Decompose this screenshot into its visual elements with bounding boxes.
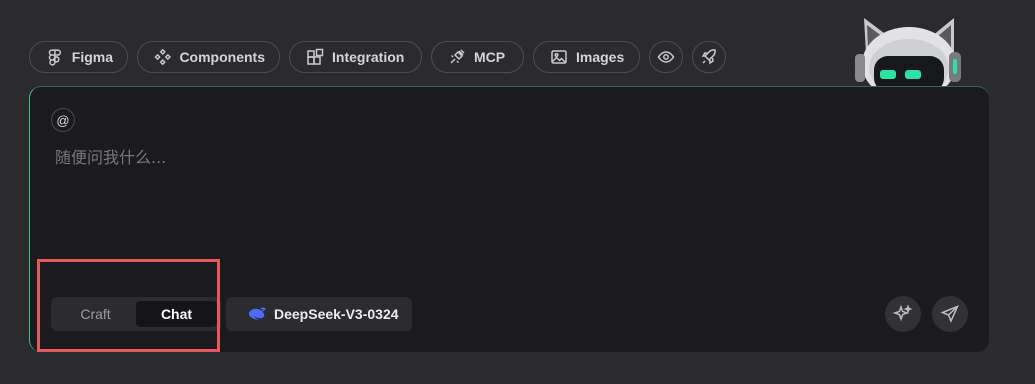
model-selector[interactable]: DeepSeek-V3-0324 [226, 297, 412, 331]
integration-chip-label: Integration [332, 49, 405, 65]
mcp-chip[interactable]: MCP [431, 41, 524, 73]
mention-button[interactable]: @ [51, 108, 75, 132]
components-chip[interactable]: Components [137, 41, 280, 73]
plug-icon [450, 49, 465, 64]
images-chip[interactable]: Images [533, 41, 640, 73]
enhance-prompt-button[interactable] [885, 296, 921, 332]
images-chip-label: Images [576, 49, 625, 65]
integration-chip[interactable]: Integration [289, 41, 422, 73]
send-icon [940, 305, 959, 323]
mode-toggle-highlight [37, 259, 220, 352]
deploy-chip[interactable] [692, 41, 726, 73]
components-chip-label: Components [179, 49, 265, 65]
prompt-input[interactable] [53, 147, 937, 168]
figma-chip[interactable]: Figma [29, 41, 128, 73]
robot-mascot [852, 14, 968, 88]
sparkle-icon [893, 304, 913, 322]
components-icon [154, 48, 172, 66]
figma-icon [48, 49, 62, 66]
context-chip-bar: Figma Components Integration MCP Images [29, 41, 726, 73]
rocket-icon [701, 49, 716, 65]
send-button[interactable] [932, 296, 968, 332]
mcp-chip-label: MCP [474, 49, 506, 65]
image-icon [551, 50, 567, 64]
figma-chip-label: Figma [71, 49, 113, 65]
integration-icon [307, 48, 324, 65]
deepseek-whale-icon [249, 307, 266, 320]
model-name: DeepSeek-V3-0324 [274, 306, 399, 322]
eye-icon [657, 51, 675, 63]
at-icon: @ [56, 112, 70, 128]
preview-chip[interactable] [649, 41, 683, 73]
